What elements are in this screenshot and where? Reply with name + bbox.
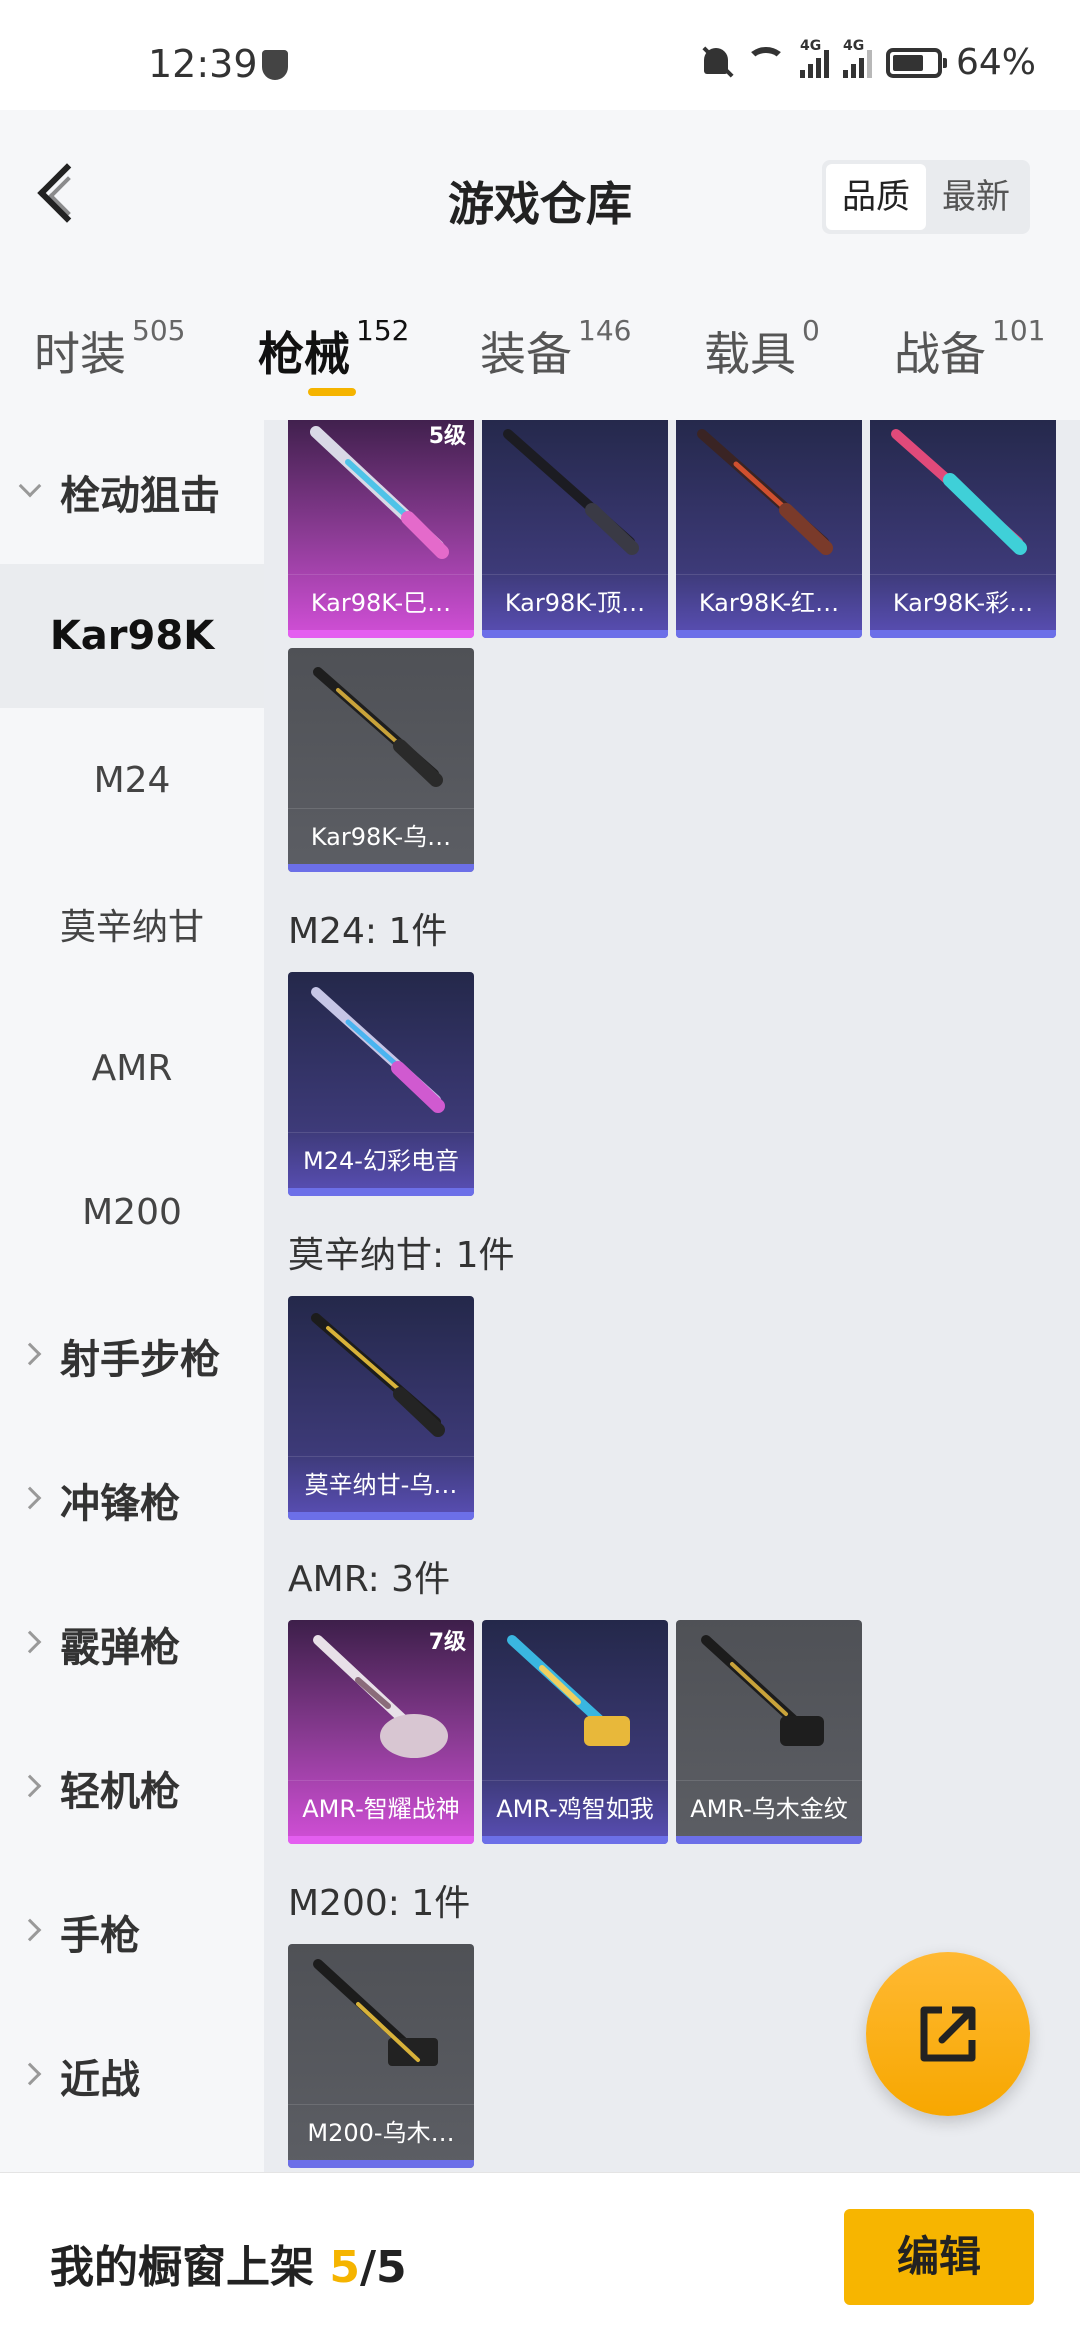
shield-icon: [262, 50, 288, 80]
chevron-right-icon: [18, 1630, 42, 1654]
item-name: AMR-乌木金纹: [676, 1780, 862, 1836]
item-name: AMR-智耀战神: [288, 1780, 474, 1836]
status-time: 12:39: [148, 42, 258, 86]
rarity-bar: [676, 1836, 862, 1844]
active-tab-indicator: [308, 388, 356, 396]
item-card-m200-1[interactable]: M200-乌木…: [288, 1944, 474, 2168]
item-name: Kar98K-巳…: [288, 574, 474, 630]
signal-icon: 4G: [799, 38, 829, 78]
sidebar-item-kar98k[interactable]: Kar98K: [0, 564, 264, 708]
sort-quality-button[interactable]: 品质: [826, 164, 926, 230]
rarity-bar: [288, 1188, 474, 1196]
rifle-skin-icon: [507, 1635, 630, 1746]
rifle-skin-icon: [313, 1959, 438, 2066]
item-level-badge: 5级: [428, 424, 466, 449]
chevron-right-icon: [18, 2062, 42, 2086]
edit-button[interactable]: 编辑: [844, 2209, 1034, 2305]
item-grid: 5级 Kar98K-巳… Kar98K-顶… Kar98K-红… Kar98K-…: [264, 420, 1080, 2172]
tab-fashion[interactable]: 时装 505: [34, 314, 185, 384]
item-card-amr-2[interactable]: AMR-鸡智如我: [482, 1620, 668, 1844]
signal-icon: 4G: [842, 38, 872, 78]
sidebar-group-pistol[interactable]: 手枪: [0, 1860, 264, 2004]
sidebar-group-marksman[interactable]: 射手步枪: [0, 1284, 264, 1428]
tab-supplies[interactable]: 战备 101: [894, 314, 1045, 384]
rifle-skin-icon: [701, 1635, 824, 1746]
item-name: AMR-鸡智如我: [482, 1780, 668, 1836]
battery-percent: 64%: [955, 42, 1036, 83]
tab-equipment[interactable]: 装备 146: [480, 314, 631, 384]
rifle-skin-icon: [311, 1313, 445, 1437]
bottom-bar: 我的橱窗上架 5/5 编辑: [0, 2172, 1080, 2340]
item-name: Kar98K-红…: [676, 574, 862, 630]
tab-vehicles[interactable]: 载具 0: [704, 314, 820, 384]
section-title-m24: M24: 1件: [288, 911, 448, 952]
item-card-kar98k-1[interactable]: 5级 Kar98K-巳…: [288, 420, 474, 638]
sort-newest-button[interactable]: 最新: [926, 164, 1026, 230]
chevron-right-icon: [18, 1774, 42, 1798]
rarity-bar: [870, 630, 1056, 638]
battery-icon: [885, 47, 947, 78]
share-export-button[interactable]: [866, 1952, 1030, 2116]
sidebar-item-m24[interactable]: M24: [0, 708, 264, 852]
chevron-right-icon: [18, 1918, 42, 1942]
showcase-status: 我的橱窗上架 5/5: [50, 2242, 407, 2293]
item-level-badge: 7级: [428, 1630, 466, 1655]
item-name: M24-幻彩电音: [288, 1132, 474, 1188]
rifle-skin-icon: [311, 987, 445, 1113]
wifi-icon: [745, 46, 786, 79]
rarity-bar: [288, 1836, 474, 1844]
item-card-kar98k-2[interactable]: Kar98K-顶…: [482, 420, 668, 638]
item-name: Kar98K-乌…: [288, 808, 474, 864]
rarity-bar: [288, 864, 474, 872]
item-card-amr-3[interactable]: AMR-乌木金纹: [676, 1620, 862, 1844]
status-icons: 4G 4G 64%: [700, 38, 1036, 83]
sidebar-group-melee[interactable]: 近战: [0, 2004, 264, 2148]
sidebar-group-bolt-action[interactable]: 栓动狙击: [0, 420, 264, 564]
item-name: Kar98K-彩…: [870, 574, 1056, 630]
item-card-kar98k-3[interactable]: Kar98K-红…: [676, 420, 862, 638]
chevron-down-icon: [18, 474, 42, 498]
rarity-bar: [676, 630, 862, 638]
item-name: Kar98K-顶…: [482, 574, 668, 630]
item-name: 莫辛纳甘-乌…: [288, 1456, 474, 1512]
header: 游戏仓库 品质 最新: [0, 110, 1080, 280]
rifle-skin-icon: [697, 429, 833, 555]
rifle-skin-icon: [313, 667, 443, 787]
tab-guns[interactable]: 枪械 152: [258, 314, 409, 384]
rifle-skin-icon: [891, 429, 1027, 555]
chevron-right-icon: [18, 1342, 42, 1366]
category-tabs: 时装 505 枪械 152 装备 146 载具 0 战备 101: [0, 280, 1080, 420]
sidebar-item-mosin[interactable]: 莫辛纳甘: [0, 852, 264, 996]
sidebar-group-smg[interactable]: 冲锋枪: [0, 1428, 264, 1572]
chevron-right-icon: [18, 1486, 42, 1510]
rarity-bar: [482, 630, 668, 638]
item-card-amr-1[interactable]: 7级 AMR-智耀战神: [288, 1620, 474, 1844]
rarity-bar: [288, 630, 474, 638]
rifle-skin-icon: [503, 429, 639, 555]
sort-toggle: 品质 最新: [822, 160, 1030, 234]
item-card-mosin-1[interactable]: 莫辛纳甘-乌…: [288, 1296, 474, 1520]
section-title-amr: AMR: 3件: [288, 1559, 451, 1600]
rarity-bar: [288, 1512, 474, 1520]
item-card-m24-1[interactable]: M24-幻彩电音: [288, 972, 474, 1196]
item-card-kar98k-4[interactable]: Kar98K-彩…: [870, 420, 1056, 638]
rarity-bar: [482, 1836, 668, 1844]
section-title-m200: M200: 1件: [288, 1883, 471, 1924]
rarity-bar: [288, 2160, 474, 2168]
sidebar: 栓动狙击 Kar98K M24 莫辛纳甘 AMR M200 射手步枪 冲锋枪 霰…: [0, 420, 264, 2172]
item-name: M200-乌木…: [288, 2104, 474, 2160]
sidebar-group-shotgun[interactable]: 霰弹枪: [0, 1572, 264, 1716]
share-export-icon: [920, 2006, 976, 2062]
sidebar-item-amr[interactable]: AMR: [0, 996, 264, 1140]
section-title-mosin: 莫辛纳甘: 1件: [288, 1235, 515, 1276]
bell-muted-icon: [700, 45, 734, 80]
status-bar: 12:39 4G 4G 64%: [0, 0, 1080, 110]
sidebar-group-lmg[interactable]: 轻机枪: [0, 1716, 264, 1860]
sidebar-item-m200[interactable]: M200: [0, 1140, 264, 1284]
item-card-kar98k-5[interactable]: Kar98K-乌…: [288, 648, 474, 872]
